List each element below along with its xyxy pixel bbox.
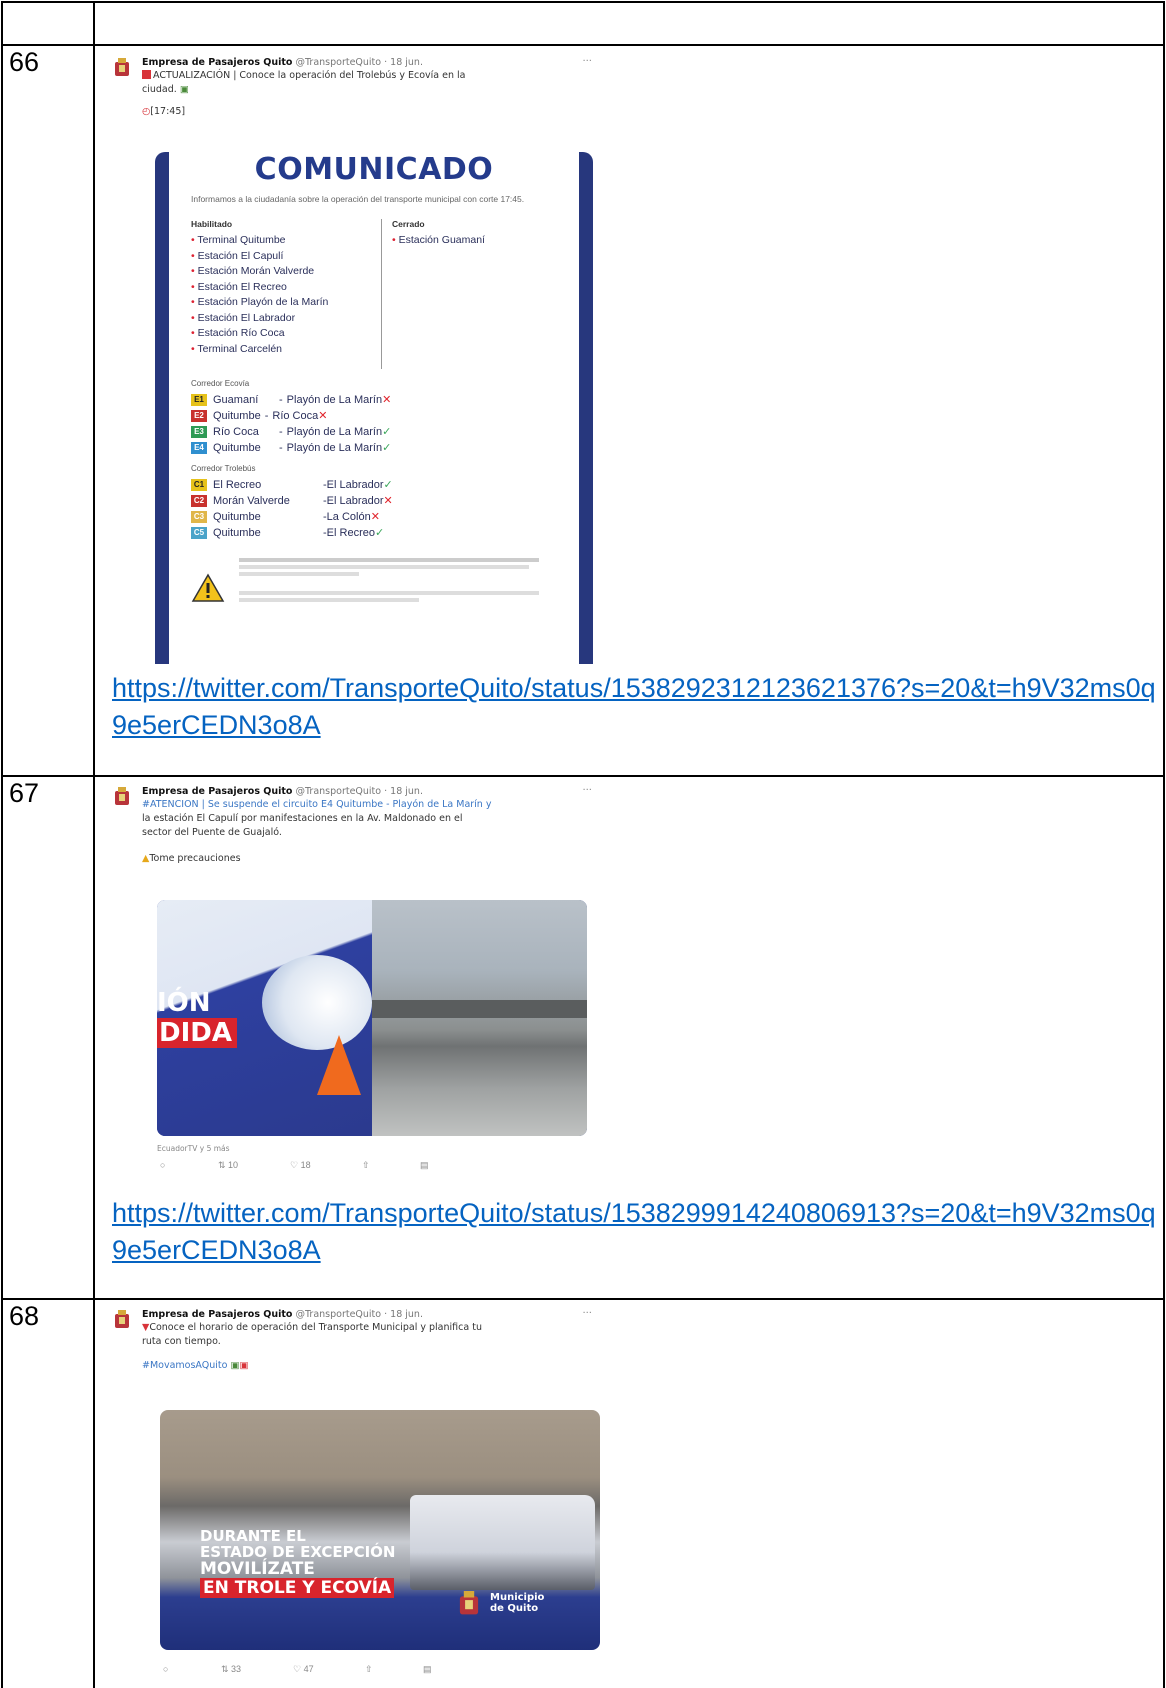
warning-icon xyxy=(191,573,225,602)
station-item: • Estación El Recreo xyxy=(191,280,287,293)
comunicado-subtitle: Informamos a la ciudadanía sobre la oper… xyxy=(191,194,525,204)
station-item: • Estación Río Coca xyxy=(191,327,285,339)
quito-coat-of-arms-icon xyxy=(459,1591,479,1615)
tweet-image-67: IÓN DIDA xyxy=(157,900,587,1136)
row-number: 68 xyxy=(9,1301,40,1331)
image-caption: EcuadorTV y 5 más xyxy=(157,1144,230,1153)
tweet-text: Conoce el horario de operación del Trans… xyxy=(149,1322,482,1333)
tweet-image-68: DURANTE EL ESTADO DE EXCEPCIÓN MOVILÍZAT… xyxy=(160,1410,600,1650)
tweet-link[interactable]: https://twitter.com/TransporteQuito/stat… xyxy=(112,670,1157,744)
tweet-handle: @TransporteQuito · 18 jun. xyxy=(295,57,423,68)
row-divider xyxy=(1,44,1165,46)
tweet-author: Empresa de Pasajeros Quito xyxy=(142,786,293,797)
trole-title: Corredor Trolebús xyxy=(191,464,256,473)
cerrado-title: Cerrado xyxy=(392,219,425,229)
hashtag[interactable]: #MovamosAQuito xyxy=(142,1360,227,1371)
row-divider xyxy=(1,1298,1165,1300)
traffic-cone xyxy=(317,1035,361,1095)
bus-icon: ▣ xyxy=(179,84,189,95)
row-number: 66 xyxy=(9,47,40,77)
closed-icon: ✕ xyxy=(370,511,380,523)
route-row: C2 Morán Valverde - El Labrador ✕ xyxy=(191,493,579,509)
route-row: E3 Río Coca - Playón de La Marín ✓ xyxy=(191,424,579,440)
closed-icon: ✕ xyxy=(382,394,392,406)
reply-icon[interactable]: ○ xyxy=(163,1664,221,1675)
like-icon[interactable]: ♡ 18 xyxy=(290,1160,362,1171)
tweet-66: Empresa de Pasajeros Quito @TransporteQu… xyxy=(112,56,592,119)
tweet-text: #ATENCION | Se suspende el circuito E4 Q… xyxy=(142,799,492,810)
comunicado-frame: COMUNICADO Informamos a la ciudadanía so… xyxy=(155,152,593,664)
tweet-text: la estación El Capulí por manifestacione… xyxy=(142,813,463,824)
station-item: • Estación Morán Valverde xyxy=(191,265,315,277)
station-item: • Estación El Labrador xyxy=(191,311,296,324)
tweet-text: sector del Puente de Guajaló. xyxy=(142,827,282,838)
quito-coat-of-arms-icon xyxy=(115,1310,129,1328)
route-row: C5 Quitumbe - El Recreo ✓ xyxy=(191,525,579,541)
share-icon[interactable]: ⇧ xyxy=(365,1664,423,1675)
more-options-icon[interactable]: ··· xyxy=(582,56,592,67)
quito-coat-of-arms-icon xyxy=(115,58,129,76)
more-options-icon[interactable]: ··· xyxy=(582,1308,592,1319)
tweet-68: Empresa de Pasajeros Quito @TransporteQu… xyxy=(112,1308,592,1373)
table-border-right xyxy=(1163,1,1165,1688)
tweet-actions: ○ ⇅ 10 ♡ 18 ⇧ ▤ xyxy=(160,1160,520,1171)
tweet-link[interactable]: https://twitter.com/TransporteQuito/stat… xyxy=(112,1195,1157,1269)
habilitado-title: Habilitado xyxy=(191,219,233,229)
image-bridge xyxy=(372,1000,587,1018)
table-column-divider xyxy=(93,1,95,1688)
route-row: E1 Guamaní - Playón de La Marín ✕ xyxy=(191,392,579,408)
check-icon: ✓ xyxy=(382,442,392,454)
tweet-text: ACTUALIZACIÓN | Conoce la operación del … xyxy=(153,70,466,81)
image-headline: DURANTE EL ESTADO DE EXCEPCIÓN MOVILÍZAT… xyxy=(200,1527,396,1598)
like-icon[interactable]: ♡ 47 xyxy=(293,1664,365,1675)
tweet-time: [17:45] xyxy=(150,106,186,117)
route-row: E4 Quitumbe - Playón de La Marín ✓ xyxy=(191,440,579,456)
row-number: 67 xyxy=(9,778,40,808)
bus-graphic xyxy=(410,1495,595,1590)
retweet-icon[interactable]: ⇅ 33 xyxy=(221,1664,293,1675)
route-row: E2 Quitumbe - Río Coca ✕ xyxy=(191,408,579,424)
municipio-label: Municipio de Quito xyxy=(490,1592,545,1614)
tweet-extra: Tome precauciones xyxy=(149,853,241,864)
ecovia-title: Corredor Ecovía xyxy=(191,379,250,388)
station-item: • Estación Guamaní xyxy=(392,234,485,246)
analytics-icon[interactable]: ▤ xyxy=(423,1664,432,1675)
route-row: C1 El Recreo - El Labrador ✓ xyxy=(191,477,579,493)
table-border-left xyxy=(1,1,3,1688)
image-right-photo xyxy=(372,900,587,1136)
check-icon: ✓ xyxy=(383,479,393,491)
station-item: • Terminal Carcelén xyxy=(191,342,283,355)
quito-coat-of-arms-icon xyxy=(115,787,129,805)
notice-bar xyxy=(239,558,559,588)
row-divider xyxy=(1,775,1165,777)
alert-icon xyxy=(142,70,151,79)
station-item: • Estación Playón de la Marín xyxy=(191,296,329,308)
comunicado-title: COMUNICADO xyxy=(254,152,494,187)
tweet-actions: ○ ⇅ 33 ♡ 47 ⇧ ▤ xyxy=(163,1664,523,1675)
table-border-top xyxy=(1,1,1165,3)
check-icon: ✓ xyxy=(382,426,392,438)
more-options-icon[interactable]: ··· xyxy=(582,785,592,796)
tweet-67: Empresa de Pasajeros Quito @TransporteQu… xyxy=(112,785,592,866)
tweet-text: ciudad. xyxy=(142,84,177,95)
analytics-icon[interactable]: ▤ xyxy=(420,1160,429,1171)
tweet-text: ruta con tiempo. xyxy=(142,1336,221,1347)
share-icon[interactable]: ⇧ xyxy=(362,1160,420,1171)
station-item: • Terminal Quitumbe xyxy=(191,234,286,246)
tweet-handle: @TransporteQuito · 18 jun. xyxy=(295,1309,423,1320)
tweet-handle: @TransporteQuito · 18 jun. xyxy=(295,786,423,797)
comunicado-card: COMUNICADO Informamos a la ciudadanía so… xyxy=(169,152,579,664)
calendar-icon: ▣ xyxy=(239,1360,249,1371)
closed-icon: ✕ xyxy=(318,410,328,422)
image-headline: IÓN DIDA xyxy=(157,988,247,1048)
reply-icon[interactable]: ○ xyxy=(160,1160,218,1171)
notice-bar xyxy=(239,591,559,602)
route-row: C3 Quitumbe - La Colón ✕ xyxy=(191,509,579,525)
retweet-icon[interactable]: ⇅ 10 xyxy=(218,1160,290,1171)
check-icon: ✓ xyxy=(374,527,385,539)
closed-icon: ✕ xyxy=(383,495,393,507)
station-item: • Estación El Capulí xyxy=(191,249,284,262)
tweet-author: Empresa de Pasajeros Quito xyxy=(142,57,293,68)
tweet-author: Empresa de Pasajeros Quito xyxy=(142,1309,293,1320)
